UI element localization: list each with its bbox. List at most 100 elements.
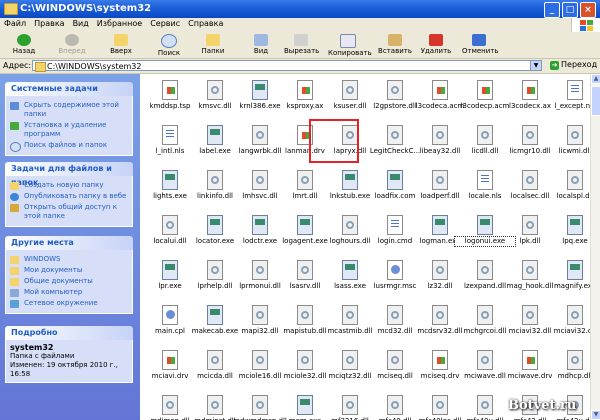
file-icon — [297, 80, 313, 100]
paste-icon — [388, 34, 402, 46]
details-panel: Подробно system32 Папка с файлами Измене… — [5, 326, 133, 383]
file-icon — [297, 215, 313, 235]
cut-button[interactable]: Вырезать — [284, 34, 319, 55]
file-item[interactable]: mciavi32.dll — [549, 303, 590, 341]
file-icon — [342, 260, 358, 280]
views-button[interactable]: Вид — [246, 34, 276, 55]
minimize-button[interactable]: _ — [544, 2, 560, 18]
file-icon — [432, 80, 448, 100]
file-icon — [297, 170, 313, 190]
selected-file-highlight — [309, 119, 359, 163]
file-icon — [207, 305, 223, 325]
file-icon — [207, 350, 223, 370]
file-icon — [387, 260, 403, 280]
file-item[interactable]: lpq.exe — [549, 213, 590, 251]
paste-button[interactable]: Вставить — [378, 34, 412, 55]
file-icon — [252, 80, 268, 100]
menu-favorites[interactable]: Избранное — [93, 18, 146, 29]
scroll-up-icon[interactable]: ▲ — [591, 74, 600, 84]
forward-button[interactable]: Вперед — [52, 34, 92, 55]
file-icon — [207, 80, 223, 100]
file-item[interactable]: localspl.dll — [549, 168, 590, 206]
file-name: lpq.exe — [562, 237, 588, 245]
delete-button[interactable]: Удалить — [420, 34, 452, 55]
file-icon — [252, 215, 268, 235]
place-network-link[interactable]: Сетевое окружение — [10, 299, 128, 308]
go-button[interactable]: ➜ Переход — [550, 60, 597, 70]
file-icon — [162, 305, 178, 325]
scroll-thumb[interactable] — [591, 86, 600, 116]
place-my-documents-link[interactable]: Мои документы — [10, 266, 128, 275]
back-button[interactable]: Назад — [6, 34, 42, 55]
undo-icon — [472, 34, 486, 46]
file-item[interactable]: mdhcp.dll — [549, 348, 590, 386]
address-input[interactable]: C:\WINDOWS\system32 ▼ — [32, 60, 542, 72]
file-name: mdhcp.dll — [557, 372, 590, 380]
menu-file[interactable]: Файл — [0, 18, 30, 29]
views-icon — [254, 34, 268, 46]
file-icon — [477, 350, 493, 370]
file-name: localspl.dll — [556, 192, 590, 200]
undo-button[interactable]: Отменить — [462, 34, 499, 55]
file-icon — [162, 80, 178, 100]
file-icon — [567, 170, 583, 190]
file-item[interactable]: licwmi.dll — [549, 123, 590, 161]
search-files-link[interactable]: Поиск файлов и папок — [10, 141, 128, 152]
file-icon — [387, 80, 403, 100]
file-icon — [477, 80, 493, 100]
menu-edit[interactable]: Правка — [30, 18, 68, 29]
file-icon — [522, 125, 538, 145]
place-my-computer-link[interactable]: Мой компьютер — [10, 288, 128, 297]
publish-folder-link[interactable]: Опубликовать папку в вебе — [10, 192, 128, 201]
file-icon — [207, 260, 223, 280]
file-icon — [297, 305, 313, 325]
file-item[interactable]: magnify.exe — [549, 258, 590, 296]
menu-view[interactable]: Вид — [69, 18, 93, 29]
file-name: licwmi.dll — [558, 147, 590, 155]
scroll-down-icon[interactable]: ▼ — [591, 410, 600, 420]
place-windows-link[interactable]: WINDOWS — [10, 255, 128, 264]
system-tasks-header[interactable]: Системные задачи — [5, 82, 133, 96]
file-icon — [252, 260, 268, 280]
search-button[interactable]: Поиск — [154, 34, 184, 57]
menu-help[interactable]: Справка — [184, 18, 227, 29]
search-icon — [161, 34, 177, 48]
up-button[interactable]: Вверх — [106, 34, 136, 55]
file-icon — [342, 215, 358, 235]
file-icon — [477, 260, 493, 280]
watermark: Botvet.ru — [508, 398, 577, 413]
hide-folder-contents-link[interactable]: Скрыть содержимое этой папки — [10, 101, 128, 119]
folders-icon — [206, 34, 220, 46]
close-button[interactable]: × — [580, 2, 596, 18]
file-icon — [477, 395, 493, 415]
toolbar: Назад Вперед Вверх Поиск Папки Вид Вырез… — [0, 32, 600, 59]
new-folder-link[interactable]: Создать новую папку — [10, 181, 128, 190]
share-folder-link[interactable]: Открыть общий доступ к этой папке — [10, 203, 128, 221]
place-shared-documents-link[interactable]: Общие документы — [10, 277, 128, 286]
folders-button[interactable]: Папки — [198, 34, 228, 55]
file-item[interactable]: l_except.nls — [549, 78, 590, 116]
details-header[interactable]: Подробно — [5, 326, 133, 340]
file-icon — [162, 350, 178, 370]
folder-up-icon — [114, 34, 128, 46]
file-icon — [387, 215, 403, 235]
back-arrow-icon — [17, 34, 31, 46]
file-icon — [522, 305, 538, 325]
other-places-header[interactable]: Другие места — [5, 236, 133, 250]
folder-icon — [35, 62, 46, 72]
file-tasks-panel: Задачи для файлов и папок Создать новую … — [5, 162, 133, 227]
file-icon — [387, 170, 403, 190]
file-icon — [297, 350, 313, 370]
address-label: Адрес: — [3, 61, 32, 70]
maximize-button[interactable]: □ — [562, 2, 578, 18]
file-icon — [162, 170, 178, 190]
file-icon — [207, 395, 223, 415]
file-icon — [432, 125, 448, 145]
vertical-scrollbar[interactable]: ▲ ▼ — [590, 74, 600, 420]
copy-button[interactable]: Копировать — [328, 34, 372, 57]
file-icon — [432, 305, 448, 325]
menu-tools[interactable]: Сервис — [146, 18, 184, 29]
file-tasks-header[interactable]: Задачи для файлов и папок — [5, 162, 133, 187]
add-remove-programs-link[interactable]: Установка и удаление программ — [10, 121, 128, 139]
chevron-down-icon[interactable]: ▼ — [530, 61, 541, 70]
